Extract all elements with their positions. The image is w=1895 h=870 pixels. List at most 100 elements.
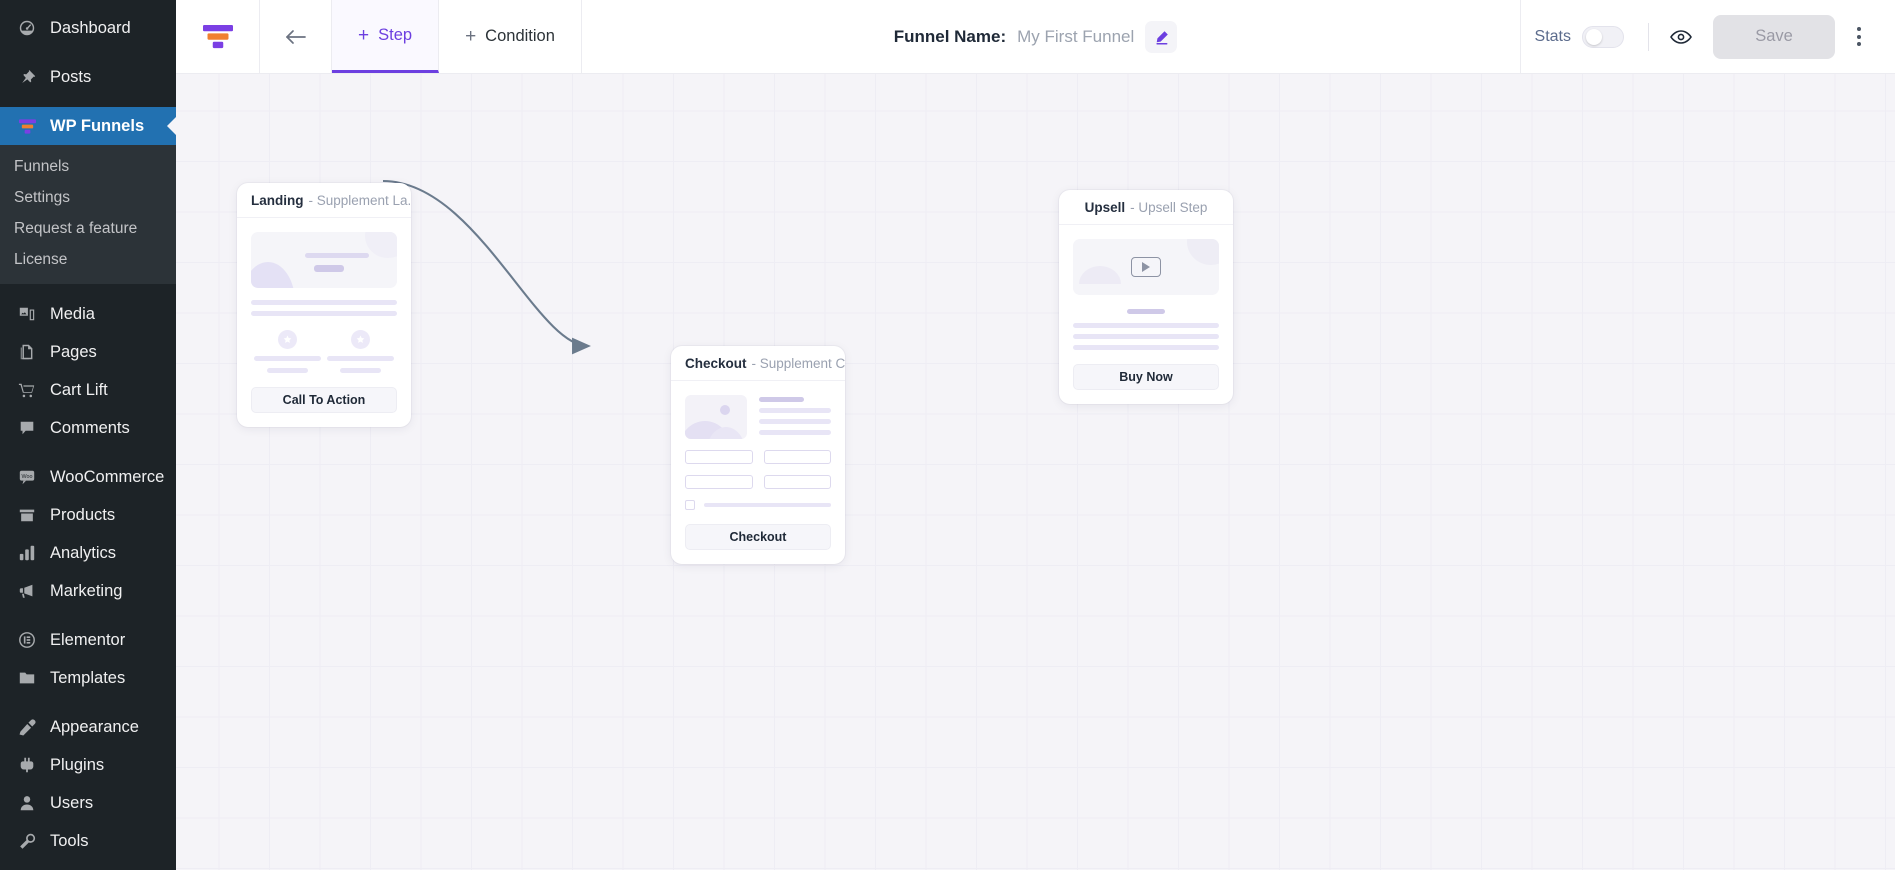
sidebar-item-templates[interactable]: Templates — [0, 659, 176, 697]
stats-label: Stats — [1534, 27, 1571, 45]
products-icon — [14, 504, 40, 526]
kebab-menu-icon[interactable] — [1839, 15, 1879, 59]
product-summary-row — [685, 395, 831, 439]
stats-control: Stats — [1521, 25, 1638, 48]
product-image-placeholder — [685, 395, 747, 439]
buy-now-button[interactable]: Buy Now — [1073, 364, 1219, 390]
headline-bar — [1127, 309, 1165, 314]
sidebar-item-analytics[interactable]: Analytics — [0, 534, 176, 572]
sidebar-item-marketing[interactable]: Marketing — [0, 572, 176, 610]
plus-icon: + — [465, 26, 477, 47]
play-button-icon[interactable] — [1131, 257, 1161, 277]
back-button[interactable] — [260, 0, 332, 73]
sidebar-item-products[interactable]: Products — [0, 496, 176, 534]
marketing-icon — [14, 580, 40, 602]
wp-funnels-logo[interactable] — [176, 0, 260, 73]
submenu-item-settings[interactable]: Settings — [0, 182, 176, 213]
edit-funnel-name-button[interactable] — [1145, 21, 1178, 53]
feature-line — [326, 356, 395, 361]
kebab-dot — [1857, 27, 1861, 31]
sidebar-item-posts[interactable]: Posts — [0, 58, 176, 96]
tab-add-step[interactable]: + Step — [332, 0, 440, 73]
sidebar-divider — [0, 447, 176, 458]
sidebar-item-label: Appearance — [50, 718, 139, 736]
sidebar-item-appearance[interactable]: Appearance — [0, 708, 176, 746]
sidebar-item-dashboard[interactable]: Dashboard — [0, 9, 176, 47]
funnel-glyph — [18, 118, 36, 134]
text-line — [759, 430, 831, 435]
node-title: Checkout — [685, 355, 747, 371]
node-body: Buy Now — [1059, 225, 1233, 404]
tab-add-condition[interactable]: + Condition — [439, 0, 582, 73]
sidebar-item-tools[interactable]: Tools — [0, 822, 176, 860]
analytics-icon — [14, 542, 40, 564]
funnel-canvas[interactable]: Landing - Supplement La... Call To Actio… — [176, 74, 1895, 870]
users-icon — [14, 792, 40, 814]
sidebar-item-woocommerce[interactable]: Woo WooCommerce — [0, 458, 176, 496]
cart-icon — [14, 379, 40, 401]
image-dot — [720, 405, 730, 415]
checkbox-icon[interactable] — [685, 500, 695, 510]
text-line — [759, 408, 831, 413]
funnel-node-upsell[interactable]: Upsell - Upsell Step Buy Now — [1059, 190, 1233, 404]
sidebar-item-label: Plugins — [50, 756, 105, 774]
submenu-item-funnels[interactable]: Funnels — [0, 151, 176, 182]
sidebar-item-elementor[interactable]: Elementor — [0, 621, 176, 659]
form-field[interactable] — [685, 450, 753, 464]
hero-blob-right — [365, 232, 397, 258]
save-button[interactable]: Save — [1713, 14, 1835, 59]
stats-toggle[interactable] — [1582, 25, 1624, 48]
comment-icon — [14, 417, 40, 439]
node-header: Upsell - Upsell Step — [1059, 190, 1233, 225]
form-field[interactable] — [763, 475, 831, 489]
sidebar-item-label: Dashboard — [50, 19, 131, 37]
sidebar-item-users[interactable]: Users — [0, 784, 176, 822]
pages-icon — [14, 341, 40, 363]
star-icon — [278, 330, 297, 349]
sidebar-item-plugins[interactable]: Plugins — [0, 746, 176, 784]
hero-blob-left — [251, 262, 295, 288]
sidebar-item-label: Products — [50, 506, 116, 524]
sidebar-item-wp-funnels[interactable]: WP Funnels — [0, 107, 176, 145]
star-glyph — [356, 335, 365, 343]
sidebar-item-media[interactable]: Media — [0, 295, 176, 333]
sidebar-item-label: Templates — [50, 669, 126, 687]
submenu-item-license[interactable]: License — [0, 244, 176, 275]
sidebar-item-label: Settings — [50, 860, 110, 870]
wp-funnels-logo-glyph — [202, 24, 233, 48]
checkout-button[interactable]: Checkout — [685, 524, 831, 550]
sidebar-top-gap — [0, 0, 176, 9]
sidebar-divider — [0, 96, 176, 107]
sidebar-item-comments[interactable]: Comments — [0, 409, 176, 447]
arrow-left-icon — [285, 29, 306, 44]
sidebar-item-pages[interactable]: Pages — [0, 333, 176, 371]
preview-button[interactable] — [1659, 15, 1703, 59]
form-field[interactable] — [763, 450, 831, 464]
toolbar-divider — [1648, 22, 1649, 51]
sidebar-item-label: WooCommerce — [50, 468, 165, 486]
sidebar-divider — [0, 610, 176, 621]
form-field[interactable] — [685, 475, 753, 489]
text-line — [759, 419, 831, 424]
kebab-dot — [1857, 42, 1861, 46]
sidebar-item-cart-lift[interactable]: Cart Lift — [0, 371, 176, 409]
elementor-icon — [14, 629, 40, 651]
woo-icon: Woo — [14, 466, 40, 488]
node-subtitle: - Supplement La... — [308, 192, 412, 208]
sidebar-item-label: Users — [50, 794, 94, 812]
funnel-node-landing[interactable]: Landing - Supplement La... Call To Actio… — [237, 183, 411, 427]
pin-icon — [14, 66, 40, 88]
funnel-icon — [14, 115, 40, 137]
node-title: Upsell — [1084, 199, 1126, 215]
sidebar-item-settings[interactable]: Settings — [0, 860, 176, 870]
terms-checkbox-row — [685, 500, 831, 510]
app-root: Dashboard Posts WP Funnels Funnels Setti… — [0, 0, 1895, 870]
eye-icon — [1670, 29, 1692, 44]
call-to-action-button[interactable]: Call To Action — [251, 387, 397, 413]
text-line — [1073, 334, 1219, 339]
funnel-node-checkout[interactable]: Checkout - Supplement C... — [671, 346, 845, 564]
tab-add-step-label: Step — [378, 25, 413, 44]
submenu-item-request-a-feature[interactable]: Request a feature — [0, 213, 176, 244]
video-placeholder — [1073, 239, 1219, 295]
edge-landing-to-checkout — [382, 179, 591, 355]
